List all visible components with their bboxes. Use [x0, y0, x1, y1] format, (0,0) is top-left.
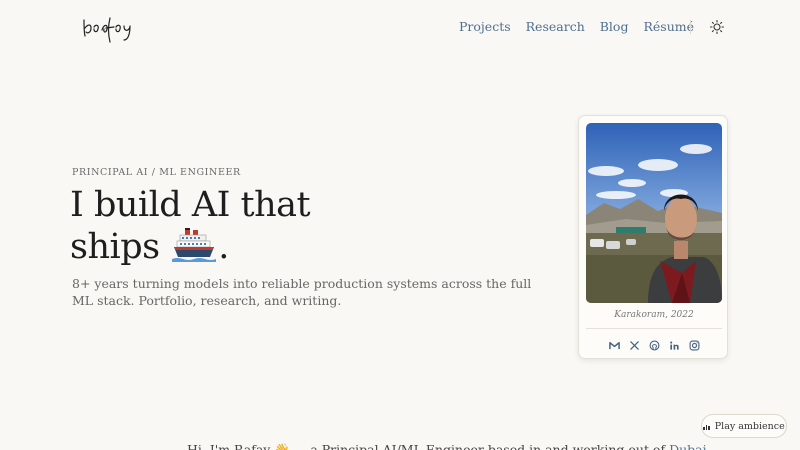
- card-divider: [586, 328, 722, 329]
- nav-blog[interactable]: Blog: [600, 19, 629, 34]
- x-icon[interactable]: [629, 336, 640, 350]
- nav-divider: [690, 20, 691, 34]
- social-links: [579, 336, 729, 351]
- intro-text: Hi, I'm Rafay 👋 — a Principal AI/ML Engi…: [187, 442, 707, 450]
- profile-card: Karakoram, 2022: [578, 115, 728, 359]
- profile-photo: [586, 123, 722, 303]
- gmail-icon[interactable]: [608, 336, 620, 350]
- headline-line-2-post: .: [218, 227, 229, 267]
- hero-headline: I build AI that ships .: [70, 184, 311, 268]
- play-ambience-button[interactable]: Play ambience: [701, 414, 787, 438]
- intro-text-pre: Hi, I'm Rafay 👋 — a Principal AI/ML Engi…: [187, 442, 666, 450]
- instagram-icon[interactable]: [689, 336, 700, 351]
- hero-subtitle: 8+ years turning models into reliable pr…: [72, 276, 532, 308]
- dubai-link[interactable]: Dubai: [669, 442, 707, 450]
- photo-caption: Karakoram, 2022: [614, 310, 694, 320]
- headline-line-1: I build AI that: [70, 185, 311, 225]
- linkedin-icon[interactable]: [669, 336, 680, 350]
- hero-eyebrow: PRINCIPAL AI / ML ENGINEER: [72, 167, 241, 178]
- github-icon[interactable]: [649, 336, 660, 351]
- site-logo[interactable]: [80, 12, 154, 44]
- sun-icon[interactable]: [709, 19, 725, 35]
- play-ambience-label: Play ambience: [714, 420, 785, 432]
- nav-research[interactable]: Research: [526, 19, 585, 34]
- nav-projects[interactable]: Projects: [459, 19, 511, 34]
- headline-line-2-pre: ships: [70, 227, 160, 267]
- ship-icon: [172, 228, 217, 262]
- audio-bars-icon: [703, 423, 710, 430]
- nav-resume[interactable]: Résumé: [643, 19, 694, 34]
- site-header: Projects Research Blog Résumé: [0, 0, 800, 60]
- main-nav: Projects Research Blog Résumé: [459, 19, 694, 34]
